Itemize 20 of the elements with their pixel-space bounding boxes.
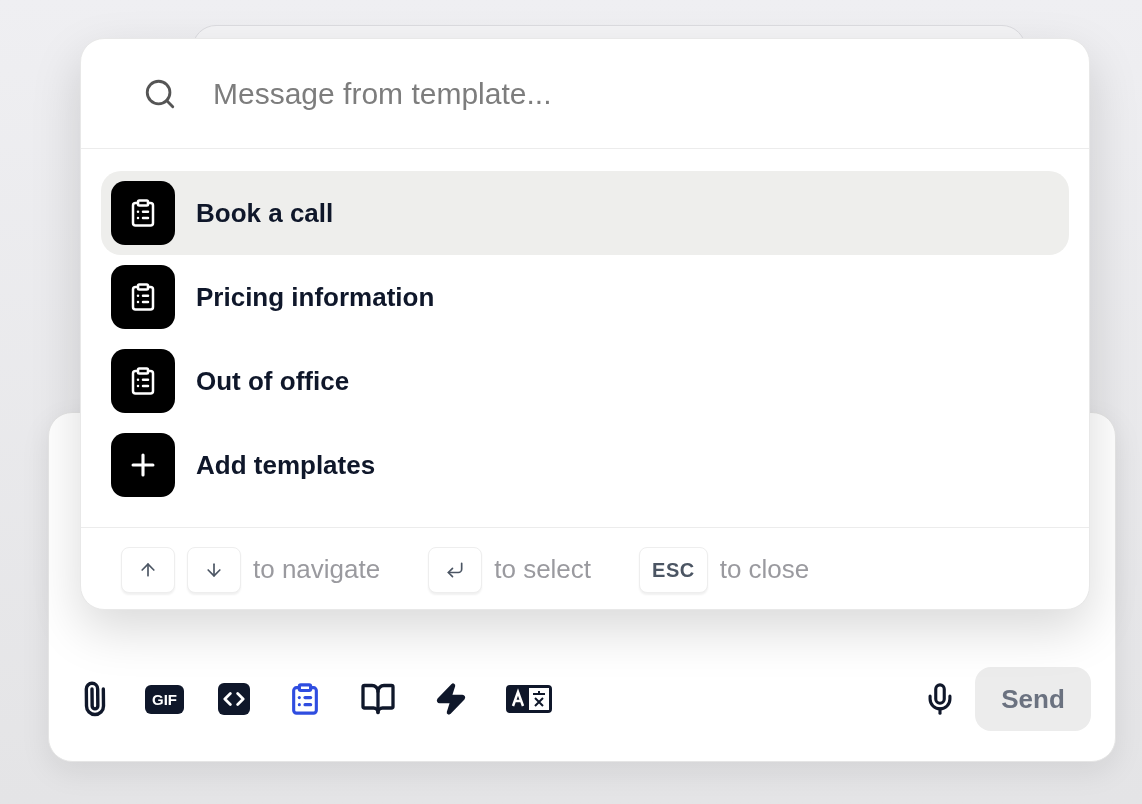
clipboard-icon xyxy=(111,181,175,245)
escape-key: ESC xyxy=(639,546,708,593)
clipboard-icon xyxy=(111,265,175,329)
plus-icon xyxy=(111,433,175,497)
shortcut-hint: to close xyxy=(719,553,810,586)
shortcut-hint: to select xyxy=(494,553,592,586)
template-item[interactable]: Out of office xyxy=(101,339,1069,423)
clipboard-icon xyxy=(111,349,175,413)
template-item[interactable]: Pricing information xyxy=(101,255,1069,339)
gif-button[interactable]: GIF xyxy=(145,684,184,714)
template-item[interactable]: Add templates xyxy=(101,423,1069,507)
template-label: Pricing information xyxy=(196,280,435,314)
template-item[interactable]: Book a call xyxy=(101,171,1069,255)
template-label: Add templates xyxy=(196,448,376,482)
template-label: Out of office xyxy=(196,364,350,398)
translate-icon xyxy=(506,685,552,713)
shortcut-hint: to navigate xyxy=(253,553,381,586)
send-button[interactable]: Send xyxy=(975,667,1091,731)
search-field[interactable]: Message from template... xyxy=(213,71,1027,116)
template-label: Book a call xyxy=(196,196,334,230)
